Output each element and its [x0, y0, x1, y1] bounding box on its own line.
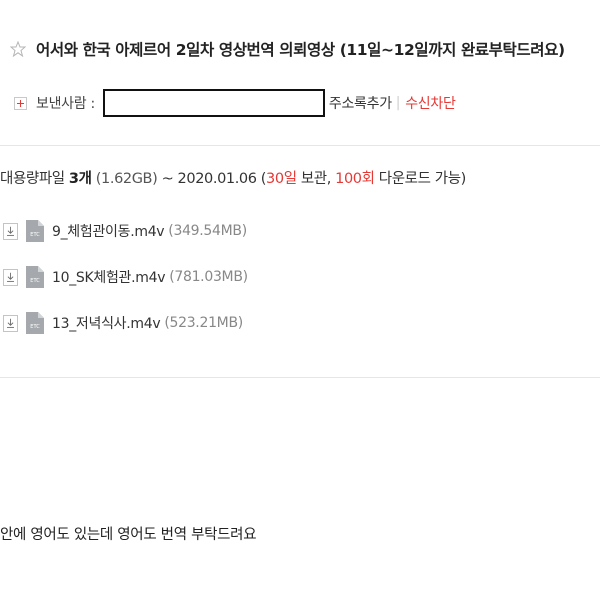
sender-label: 보낸사람 : — [36, 96, 95, 112]
attachment-summary-prefix: 대용량파일 — [0, 171, 65, 187]
attachment-summary: 대용량파일 3개 (1.62GB) ~ 2020.01.06 (30일 보관, … — [0, 167, 466, 188]
attachment-count: 3개 — [68, 171, 92, 187]
attachment-total-size: (1.62GB) — [95, 171, 158, 187]
svg-text:ETC: ETC — [30, 232, 40, 238]
sender-address-redacted — [102, 89, 325, 117]
attachment-item: ETC 13_저녁식사.m4v (523.21MB) — [3, 308, 248, 338]
mail-subject: 어서와 한국 아제르어 2일차 영상번역 의뢰영상 (11일~12일까지 완료부… — [36, 41, 565, 59]
attachment-keep-suffix: 보관, — [296, 171, 336, 187]
attachment-divider — [0, 377, 600, 378]
etc-file-icon: ETC — [26, 312, 44, 334]
svg-text:ETC: ETC — [30, 324, 40, 330]
mail-header: 어서와 한국 아제르어 2일차 영상번역 의뢰영상 (11일~12일까지 완료부… — [10, 38, 565, 60]
block-sender-link[interactable]: 수신차단 — [405, 93, 456, 113]
download-icon[interactable] — [3, 222, 18, 240]
attachment-download-count: 100회 — [335, 171, 375, 187]
attachment-size: (781.03MB) — [169, 269, 248, 285]
attachment-item: ETC 10_SK체험관.m4v (781.03MB) — [3, 262, 248, 292]
sender-flag-icon[interactable] — [14, 96, 27, 110]
header-divider — [0, 145, 600, 146]
attachment-list: ETC 9_체험관이동.m4v (349.54MB) ETC 10_SK체험관.… — [3, 216, 248, 354]
attachment-download-suffix: 다운로드 가능) — [374, 171, 467, 187]
download-icon[interactable] — [3, 314, 18, 332]
attachment-expiry: ~ 2020.01.06 ( — [161, 171, 267, 187]
mail-body-text: 안에 영어도 있는데 영어도 번역 부탁드려요 — [0, 527, 257, 543]
attachment-name[interactable]: 10_SK체험관.m4v — [52, 267, 166, 287]
sender-row: 보낸사람 : 주소록추가 | 수신차단 — [14, 89, 456, 117]
mail-view: 어서와 한국 아제르어 2일차 영상번역 의뢰영상 (11일~12일까지 완료부… — [0, 0, 600, 600]
add-contact-link[interactable]: 주소록추가 — [329, 93, 392, 113]
star-icon[interactable] — [10, 41, 26, 57]
attachment-size: (349.54MB) — [168, 223, 247, 239]
download-icon[interactable] — [3, 268, 18, 286]
attachment-name[interactable]: 13_저녁식사.m4v — [52, 313, 161, 333]
etc-file-icon: ETC — [26, 266, 44, 288]
attachment-keep-days: 30일 — [266, 171, 297, 187]
etc-file-icon: ETC — [26, 220, 44, 242]
svg-text:ETC: ETC — [30, 278, 40, 284]
attachment-item: ETC 9_체험관이동.m4v (349.54MB) — [3, 216, 248, 246]
link-separator: | — [395, 95, 401, 111]
attachment-size: (523.21MB) — [164, 315, 243, 331]
attachment-name[interactable]: 9_체험관이동.m4v — [52, 221, 165, 241]
